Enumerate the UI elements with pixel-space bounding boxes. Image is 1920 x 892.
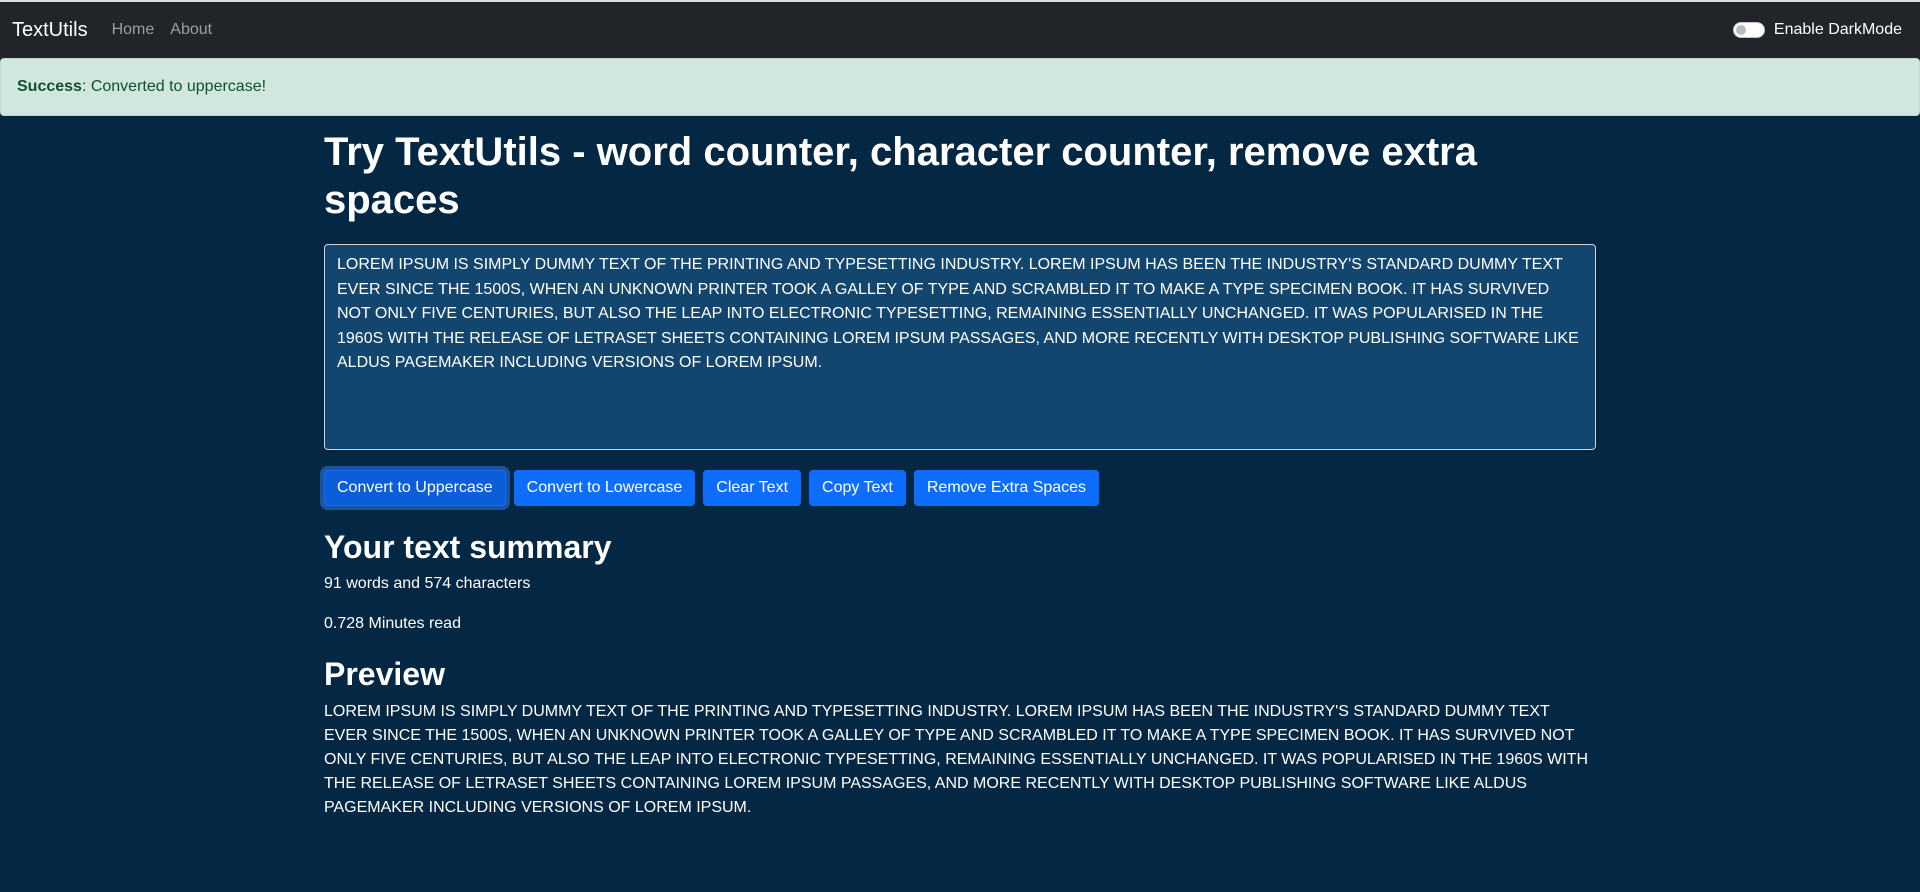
- action-buttons: Convert to Uppercase Convert to Lowercas…: [324, 470, 1596, 506]
- alert-type: Success: [17, 78, 82, 95]
- success-alert: Success: Converted to uppercase!: [0, 58, 1920, 116]
- read-time: 0.728 Minutes read: [324, 615, 461, 633]
- alert-message: : Converted to uppercase!: [81, 78, 267, 95]
- copy-text-button[interactable]: Copy Text: [809, 470, 906, 506]
- preview-text: LOREM IPSUM IS SIMPLY DUMMY TEXT OF THE …: [324, 702, 1589, 816]
- dark-mode-label: Enable DarkMode: [1773, 21, 1902, 38]
- main-container: Try TextUtils - word counter, character …: [324, 116, 1596, 820]
- dark-mode-toggle: Enable DarkMode: [1732, 21, 1908, 39]
- preview-heading: Preview: [324, 656, 445, 693]
- nav-link-home[interactable]: Home: [112, 21, 155, 39]
- nav-link-about[interactable]: About: [170, 21, 212, 39]
- clear-text-button[interactable]: Clear Text: [703, 470, 802, 506]
- page-title: Try TextUtils - word counter, character …: [324, 130, 1477, 222]
- word-char-count: 91 words and 574 characters: [324, 575, 531, 593]
- remove-extra-spaces-button[interactable]: Remove Extra Spaces: [913, 470, 1100, 506]
- summary-heading: Your text summary: [324, 529, 612, 565]
- convert-uppercase-button[interactable]: Convert to Uppercase: [324, 470, 506, 506]
- navbar: TextUtils Home About Enable DarkMode: [0, 0, 1920, 58]
- text-input[interactable]: LOREM IPSUM IS SIMPLY DUMMY TEXT OF THE …: [324, 244, 1596, 450]
- dark-mode-switch[interactable]: [1732, 22, 1765, 38]
- brand-link[interactable]: TextUtils: [12, 19, 88, 42]
- convert-lowercase-button[interactable]: Convert to Lowercase: [513, 470, 696, 506]
